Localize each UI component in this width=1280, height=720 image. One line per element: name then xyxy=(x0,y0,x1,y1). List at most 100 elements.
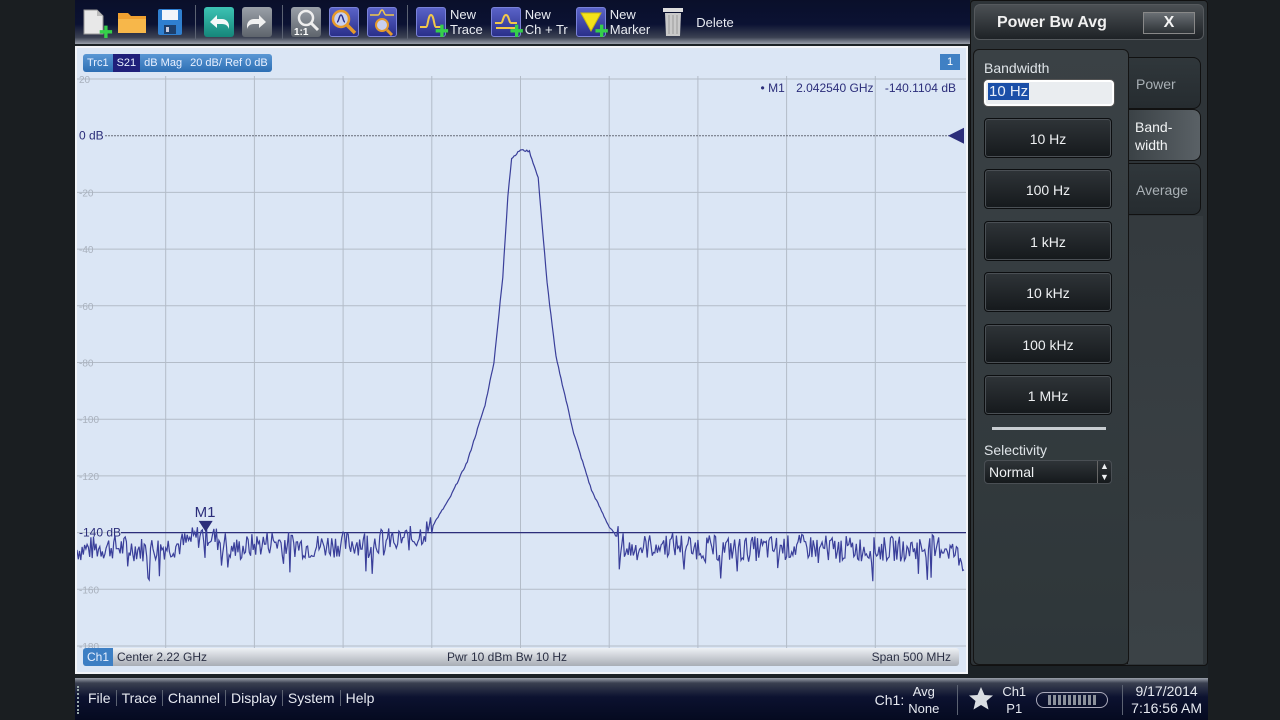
menu-display[interactable]: Display xyxy=(226,690,283,706)
star-icon xyxy=(969,687,994,710)
menu-trace[interactable]: Trace xyxy=(117,690,163,706)
toolbar-separator xyxy=(282,5,283,39)
channel-badge[interactable]: Ch1 xyxy=(83,648,114,666)
menu-system[interactable]: System xyxy=(283,690,341,706)
y-tick-label: -160 xyxy=(79,585,99,596)
channel-info-bar: Ch1 Center 2.22 GHz Pwr 10 dBm Bw 10 Hz … xyxy=(83,648,959,666)
zoom-trace-button[interactable] xyxy=(367,3,397,41)
tab-power[interactable]: Power xyxy=(1127,57,1201,109)
marker-triangle-icon xyxy=(198,520,213,532)
new-trace-icon: ✚ xyxy=(416,7,449,40)
trash-icon xyxy=(658,7,688,37)
new-ch-tr-label-1: New xyxy=(524,7,551,22)
panel-title: Power Bw Avg xyxy=(997,14,1107,31)
marker-readout-name: • M1 xyxy=(760,81,785,95)
pane-divider xyxy=(992,427,1106,430)
save-icon xyxy=(155,7,185,37)
zoom-icon xyxy=(329,7,359,37)
bandwidth-input-value: 10 Hz xyxy=(988,83,1030,100)
trace-plot[interactable]: 200 dB-20-40-60-80-100-120-140 dB-160-18… xyxy=(77,76,966,650)
toolbar-separator xyxy=(407,5,408,39)
new-trace-label-2: Trace xyxy=(450,22,483,37)
y-tick-label: -100 xyxy=(79,415,99,426)
trace-format: dB Mag xyxy=(144,57,183,69)
undo-button[interactable] xyxy=(204,3,234,41)
new-channel-trace-icon: ✚ xyxy=(490,7,524,40)
power-bandwidth[interactable]: Pwr 10 dBm Bw 10 Hz xyxy=(447,650,567,664)
tab-bandwidth-line2: width xyxy=(1135,137,1168,153)
new-ch-tr-label-2: Ch + Tr xyxy=(524,22,568,37)
trace-name: Trc1 xyxy=(87,57,109,69)
vna-app: ✚ 1:1 ✚ New Trace ✚ New Ch + Tr ✚ New Ma… xyxy=(75,0,1208,720)
y-tick-label: -80 xyxy=(79,359,94,370)
status-separator xyxy=(1122,685,1124,715)
menu-help[interactable]: Help xyxy=(341,690,380,706)
tab-bandwidth[interactable]: Band- width xyxy=(1127,109,1201,161)
selectivity-select[interactable]: Normal ▲ ▼ xyxy=(984,460,1112,484)
marker-readout-value: -140.1104 dB xyxy=(884,81,956,95)
trace-label[interactable]: Trc1 S21 dB Mag 20 dB/ Ref 0 dB xyxy=(83,54,272,72)
new-file-icon: ✚ xyxy=(79,7,113,41)
bandwidth-label: Bandwidth xyxy=(984,60,1050,76)
status-channel-port: Ch1 P1 xyxy=(1002,683,1026,717)
zoom-trace-icon xyxy=(367,7,397,37)
tab-average[interactable]: Average xyxy=(1127,163,1201,215)
marker-label: M1 xyxy=(195,504,216,521)
redo-icon xyxy=(242,7,272,37)
selectivity-label: Selectivity xyxy=(984,442,1048,458)
status-avg-value: None xyxy=(908,701,940,716)
status-average[interactable]: Avg None xyxy=(908,683,939,717)
new-marker-label-1: New xyxy=(609,7,636,22)
bw-option-10khz[interactable]: 10 kHz xyxy=(984,272,1112,312)
menu-file[interactable]: File xyxy=(83,690,117,706)
status-time: 7:16:56 AM xyxy=(1131,700,1202,716)
bw-option-100khz[interactable]: 100 kHz xyxy=(984,324,1112,364)
menu-channel[interactable]: Channel xyxy=(163,690,226,706)
status-avg-label: Avg xyxy=(912,684,935,699)
trace-scale: 20 dB/ Ref 0 dB xyxy=(190,57,268,69)
bw-option-1khz[interactable]: 1 kHz xyxy=(984,221,1112,261)
zoom-button[interactable] xyxy=(329,3,359,41)
new-marker-label-2: Marker xyxy=(609,22,651,37)
toolbar: ✚ 1:1 ✚ New Trace ✚ New Ch + Tr ✚ New Ma… xyxy=(75,0,970,44)
menu-grip-handle[interactable] xyxy=(77,686,80,714)
span-frequency[interactable]: Span 500 MHz xyxy=(872,650,951,664)
marker-readout: • M1 2.042540 GHz -140.1104 dB xyxy=(753,81,956,95)
new-marker-button[interactable]: ✚ New Marker xyxy=(575,3,651,41)
bw-option-100hz[interactable]: 100 Hz xyxy=(984,169,1112,209)
delete-button[interactable]: Delete xyxy=(658,3,734,41)
menu-items: File Trace Channel Display System Help xyxy=(83,690,379,706)
bandwidth-input[interactable]: 10 Hz xyxy=(984,80,1114,106)
status-datetime: 9/17/2014 7:16:56 AM xyxy=(1131,683,1202,717)
open-button[interactable] xyxy=(117,3,147,41)
progress-indicator xyxy=(1036,692,1109,708)
new-channel-trace-button[interactable]: ✚ New Ch + Tr xyxy=(490,3,568,41)
y-tick-label: 0 dB xyxy=(79,129,104,143)
bandwidth-pane: Bandwidth 10 Hz 10 Hz 100 Hz 1 kHz 10 kH… xyxy=(973,49,1129,665)
close-button[interactable]: X xyxy=(1143,12,1195,34)
panel-title-bar: Power Bw Avg X xyxy=(974,4,1204,40)
redo-button[interactable] xyxy=(242,3,272,41)
new-trace-button[interactable]: ✚ New Trace xyxy=(416,3,483,41)
marker-readout-freq: 2.042540 GHz xyxy=(796,81,874,95)
menu-bar: File Trace Channel Display System Help C… xyxy=(75,678,1208,720)
save-button[interactable] xyxy=(155,3,185,41)
center-frequency[interactable]: Center 2.22 GHz xyxy=(117,650,207,664)
reference-arrow-icon xyxy=(948,127,964,144)
status-channel: Ch1: xyxy=(874,692,905,708)
y-tick-label: -60 xyxy=(79,302,94,313)
diagram-area[interactable]: Trc1 S21 dB Mag 20 dB/ Ref 0 dB 1 20 0 dB… xyxy=(75,46,968,674)
new-trace-label-1: New xyxy=(450,7,477,22)
power-bw-avg-panel: Power Bw Avg X Power Band- width Average… xyxy=(970,0,1208,666)
trace-param: S21 xyxy=(112,54,141,72)
bw-option-10hz[interactable]: 10 Hz xyxy=(984,118,1112,158)
status-separator xyxy=(957,685,959,715)
window-number[interactable]: 1 xyxy=(940,54,960,70)
status-ch-label: Ch1 xyxy=(1002,684,1027,699)
bw-option-1mhz[interactable]: 1 MHz xyxy=(984,375,1112,415)
svg-text:1:1: 1:1 xyxy=(294,27,309,36)
new-file-button[interactable]: ✚ xyxy=(79,3,113,41)
zoom-reset-button[interactable]: 1:1 xyxy=(291,3,321,41)
toolbar-separator xyxy=(195,5,196,39)
folder-icon xyxy=(117,7,147,37)
